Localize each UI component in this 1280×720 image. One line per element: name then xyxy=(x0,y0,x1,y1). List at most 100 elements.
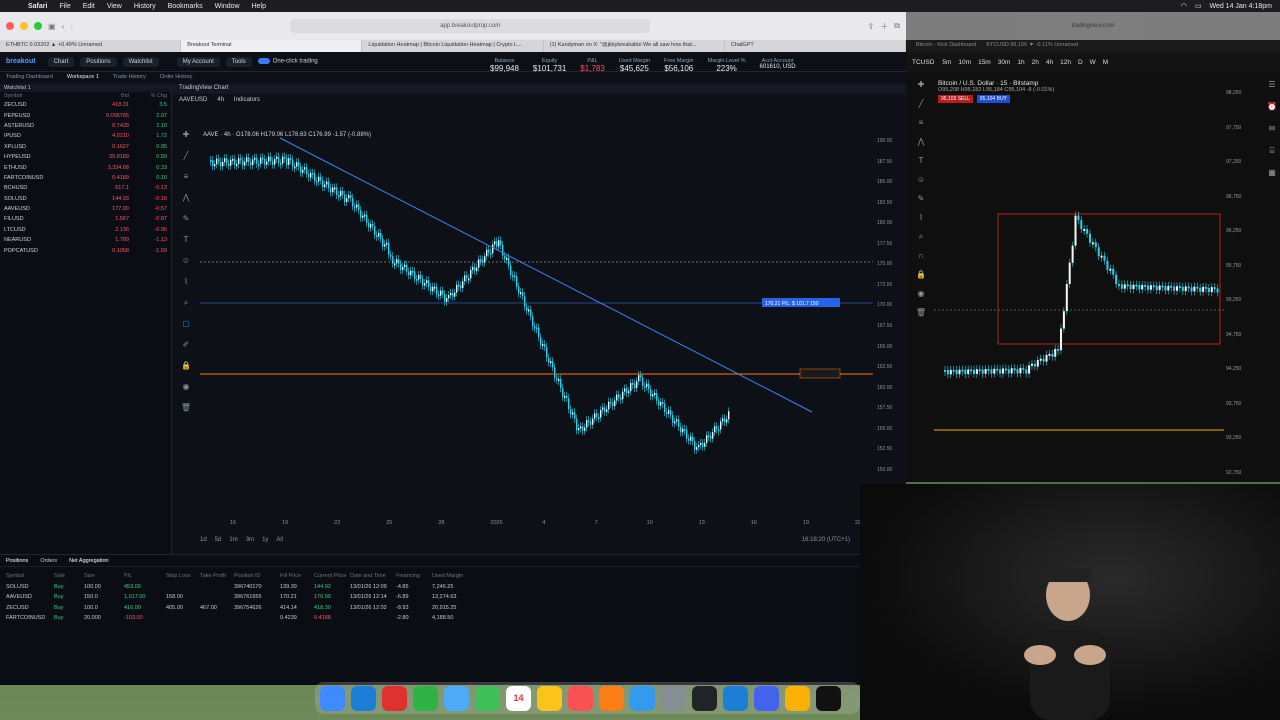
menu-file[interactable]: File xyxy=(53,3,76,10)
timeframe-button[interactable]: 1m xyxy=(229,537,237,543)
new-tab-icon[interactable]: ＋ xyxy=(880,21,888,32)
col-bid[interactable]: Bid xyxy=(79,93,129,99)
browser-tab-ethbtc[interactable]: ETHBTC 0.03202 ▲ +0.49% Unnamed xyxy=(0,40,182,52)
right-symbol[interactable]: TCUSD xyxy=(912,59,934,66)
nav-positions[interactable]: Positions xyxy=(80,56,117,67)
zoom-icon[interactable]: ⌕ xyxy=(914,232,928,251)
tab-orders[interactable]: Orders xyxy=(40,558,57,564)
timeframe-button[interactable]: 3m xyxy=(246,537,254,543)
timeframe-button[interactable]: 1d xyxy=(200,537,207,543)
menu-app[interactable]: Safari xyxy=(22,3,53,10)
chat-icon[interactable]: ✉ xyxy=(1264,124,1280,146)
watchlist-row[interactable]: IPUSD 4.0210 1.72 xyxy=(0,131,171,141)
right-interval-button[interactable]: W xyxy=(1090,59,1096,66)
positions-col-header[interactable]: Symbol xyxy=(6,573,54,579)
tab-positions[interactable]: Positions xyxy=(6,558,28,564)
btc-chart[interactable] xyxy=(934,80,1224,480)
watchlist-icon[interactable]: ☰ xyxy=(1264,80,1280,102)
positions-col-header[interactable]: Financing xyxy=(396,573,432,579)
tools-menu[interactable]: Tools xyxy=(225,56,252,67)
ruler-icon[interactable]: ⌇ xyxy=(914,213,928,232)
watchlist-row[interactable]: POPCATUSD 0.1058 -1.59 xyxy=(0,245,171,255)
watchlist-row[interactable]: FARTCOINUSD 0.4189 0.10 xyxy=(0,173,171,183)
settings-icon[interactable] xyxy=(661,685,686,711)
right-tab-btcusd[interactable]: BTCUSD 95,156 ▼ -0.11% Unnamed xyxy=(986,42,1078,50)
right-interval-button[interactable]: 4h xyxy=(1046,59,1053,66)
trash-icon[interactable]: 🗑 xyxy=(914,308,928,327)
positions-col-header[interactable]: Fill Price xyxy=(280,573,314,579)
zoom-icon[interactable] xyxy=(754,685,779,711)
notes-icon[interactable] xyxy=(537,685,562,711)
watchlist-row[interactable]: HYPEUSD 25.8189 0.59 xyxy=(0,152,171,162)
positions-col-header[interactable]: Used Margin xyxy=(432,573,472,579)
stocks-icon[interactable] xyxy=(692,685,717,711)
watchlist-row[interactable]: ASTERUSD 0.7439 2.10 xyxy=(0,121,171,131)
positions-col-header[interactable]: Current Price xyxy=(314,573,350,579)
positions-col-header[interactable]: Size xyxy=(84,573,124,579)
close-window-button[interactable] xyxy=(6,22,14,30)
watchlist-row[interactable]: ETHUSD 3,334.68 0.33 xyxy=(0,162,171,172)
trendline-icon[interactable]: ╱ xyxy=(914,99,928,118)
watchlist-row[interactable]: SOLUSD 144.93 -0.16 xyxy=(0,194,171,204)
trash-icon[interactable]: 🗑 xyxy=(180,403,192,424)
subnav-order-history[interactable]: Order History xyxy=(160,74,193,80)
back-icon[interactable]: ‹ xyxy=(62,22,65,31)
watchlist-row[interactable]: PEPEUSD 0.006766 2.97 xyxy=(0,110,171,120)
positions-col-header[interactable]: Stop Loss xyxy=(166,573,200,579)
menu-bookmarks[interactable]: Bookmarks xyxy=(162,3,209,10)
right-interval-button[interactable]: 10m xyxy=(958,59,971,66)
watchlist-row[interactable]: BCHUSD 617.1 -0.13 xyxy=(0,183,171,193)
position-row[interactable]: SOLUSD Buy 100.00 453.00 396740170 139.39 144.… xyxy=(6,582,626,593)
menubar-clock[interactable]: Wed 14 Jan 4:18pm xyxy=(1209,3,1272,10)
positions-col-header[interactable]: Date and Time xyxy=(350,573,396,579)
price-axis[interactable]: 190.00 187.50 185.00 182.50 180.00 177.50 175.… xyxy=(873,130,905,520)
subnav-workspace[interactable]: Workspace 1 xyxy=(67,74,99,80)
positions-col-header[interactable]: P/L xyxy=(124,573,166,579)
menu-window[interactable]: Window xyxy=(209,3,246,10)
emoji-icon[interactable]: ☺ xyxy=(180,256,192,277)
zoom-icon[interactable]: ⌕ xyxy=(180,298,192,319)
subnav-dashboard[interactable]: Trading Dashboard xyxy=(6,74,53,80)
alerts-icon[interactable]: ⏰ xyxy=(1264,102,1280,124)
lock-icon[interactable]: 🔒 xyxy=(180,361,192,382)
url-bar[interactable]: app.breakoutprop.com xyxy=(290,19,651,33)
pages-icon[interactable] xyxy=(599,685,624,711)
right-interval-button[interactable]: 12h xyxy=(1060,59,1071,66)
timeframe-button[interactable]: 1y xyxy=(262,537,268,543)
positions-col-header[interactable]: Side xyxy=(54,573,84,579)
notes2-icon[interactable] xyxy=(785,685,810,711)
position-row[interactable]: FARTCOINUSD Buy 20,000 -103.00 0.4239 0.4188 -… xyxy=(6,613,626,624)
calendar-icon[interactable]: 14 xyxy=(506,685,531,711)
timeframe-button[interactable]: 5d xyxy=(215,537,222,543)
brush-icon[interactable]: ✎ xyxy=(914,194,928,213)
text-icon[interactable]: T xyxy=(914,156,928,175)
fib-icon[interactable]: ≡ xyxy=(914,118,928,137)
mail-icon[interactable] xyxy=(444,685,469,711)
wifi-icon[interactable]: ◠ xyxy=(1181,2,1187,10)
forward-icon[interactable]: › xyxy=(70,22,73,31)
calendar-icon[interactable]: ▦ xyxy=(1264,168,1280,190)
magnet-icon[interactable]: ∩ xyxy=(914,251,928,270)
my-account-menu[interactable]: My Account xyxy=(176,56,220,67)
ruler-icon[interactable]: ⌇ xyxy=(180,277,192,298)
minimize-window-button[interactable] xyxy=(20,22,28,30)
watchlist-row[interactable]: XPLUSD 0.1627 0.95 xyxy=(0,142,171,152)
right-interval-button[interactable]: D xyxy=(1078,59,1083,66)
chrome-icon[interactable] xyxy=(382,685,407,711)
indicators-button[interactable]: Indicators xyxy=(234,97,260,103)
music-icon[interactable] xyxy=(568,685,593,711)
positions-col-header[interactable]: Position ID xyxy=(234,573,280,579)
news-icon[interactable]: ⌸ xyxy=(1264,146,1280,168)
trendline[interactable] xyxy=(279,137,813,413)
stat-account[interactable]: Acct Account 601610, USD xyxy=(760,58,796,73)
sidebar-icon[interactable]: ▣ xyxy=(48,22,56,31)
browser-tab-chatgpt[interactable]: ChatGPT xyxy=(725,40,907,52)
positions-col-header[interactable]: Take Profit xyxy=(200,573,234,579)
menu-help[interactable]: Help xyxy=(246,3,272,10)
share-icon[interactable]: ⇪ xyxy=(868,22,875,31)
trendline-icon[interactable]: ╱ xyxy=(180,151,192,172)
watchlist-row[interactable]: NEARUSD 1.789 -1.13 xyxy=(0,235,171,245)
whatsapp-icon[interactable] xyxy=(413,685,438,711)
text-icon[interactable]: T xyxy=(180,235,192,256)
right-interval-button[interactable]: M xyxy=(1103,59,1108,66)
